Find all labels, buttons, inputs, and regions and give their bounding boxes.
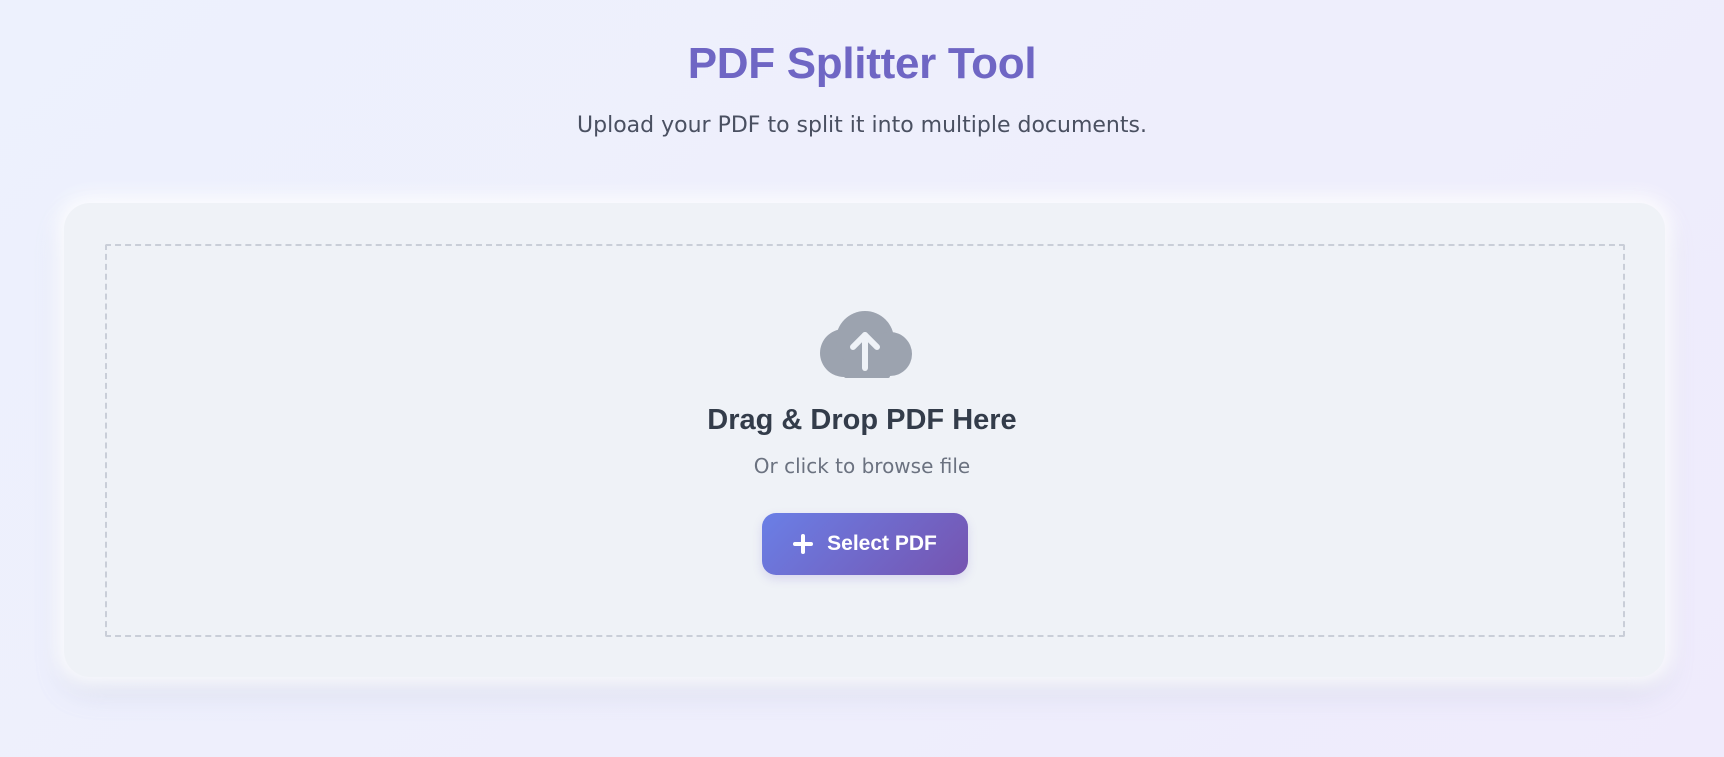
cloud-upload-icon	[820, 311, 912, 378]
dropzone-title: Drag & Drop PDF Here	[707, 404, 1017, 436]
page-subtitle: Upload your PDF to split it into multipl…	[577, 113, 1147, 138]
page-title: PDF Splitter Tool	[687, 39, 1037, 88]
dropzone-hint: Or click to browse file	[753, 454, 971, 478]
plus-icon	[793, 534, 814, 554]
select-pdf-button[interactable]: Select PDF	[762, 513, 968, 575]
upload-dropzone[interactable]	[105, 244, 1625, 637]
select-pdf-label: Select PDF	[827, 532, 937, 555]
